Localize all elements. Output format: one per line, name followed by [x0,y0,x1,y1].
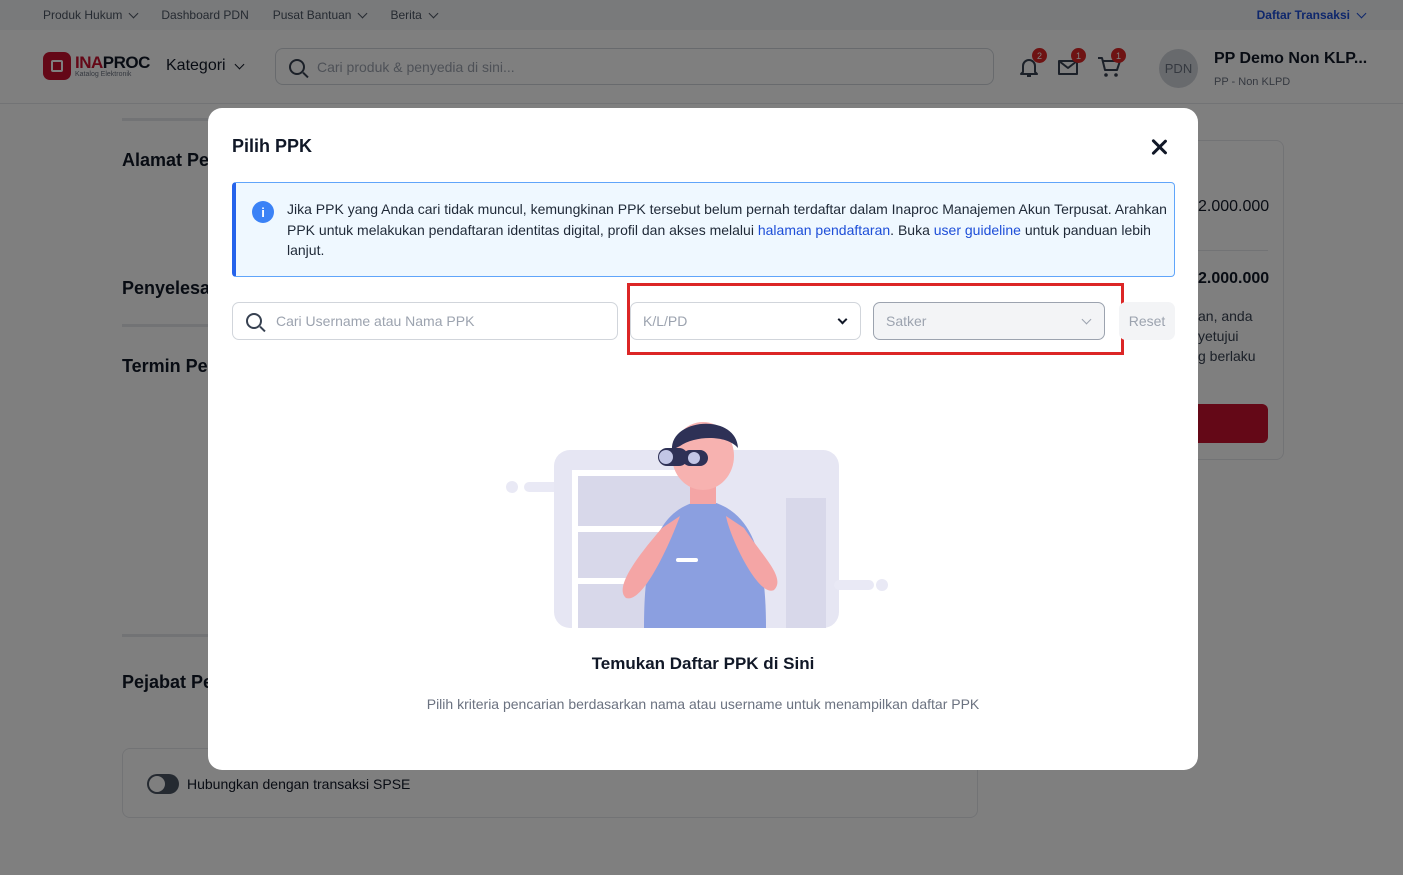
ppk-search-field[interactable] [232,302,618,340]
pilih-ppk-modal: Pilih PPK i Jika PPK yang Anda cari tida… [208,108,1198,770]
user-guideline-link[interactable]: user guideline [934,222,1021,238]
empty-state-description: Pilih kriteria pencarian berdasarkan nam… [426,696,980,712]
info-text: Jika PPK yang Anda cari tidak muncul, ke… [287,199,1167,261]
info-icon: i [252,201,274,223]
search-icon [246,313,262,329]
modal-title: Pilih PPK [232,136,313,156]
reset-button[interactable]: Reset [1119,302,1175,340]
ppk-search-input[interactable] [276,313,596,329]
empty-state-title: Temukan Daftar PPK di Sini [591,654,815,673]
halaman-pendaftaran-link[interactable]: halaman pendaftaran [758,222,890,238]
info-banner: i Jika PPK yang Anda cari tidak muncul, … [232,182,1175,277]
close-icon[interactable] [1148,136,1170,158]
binoculars-illustration [506,422,888,628]
info-text-part: . Buka [890,221,934,238]
highlight-box [627,283,1124,355]
